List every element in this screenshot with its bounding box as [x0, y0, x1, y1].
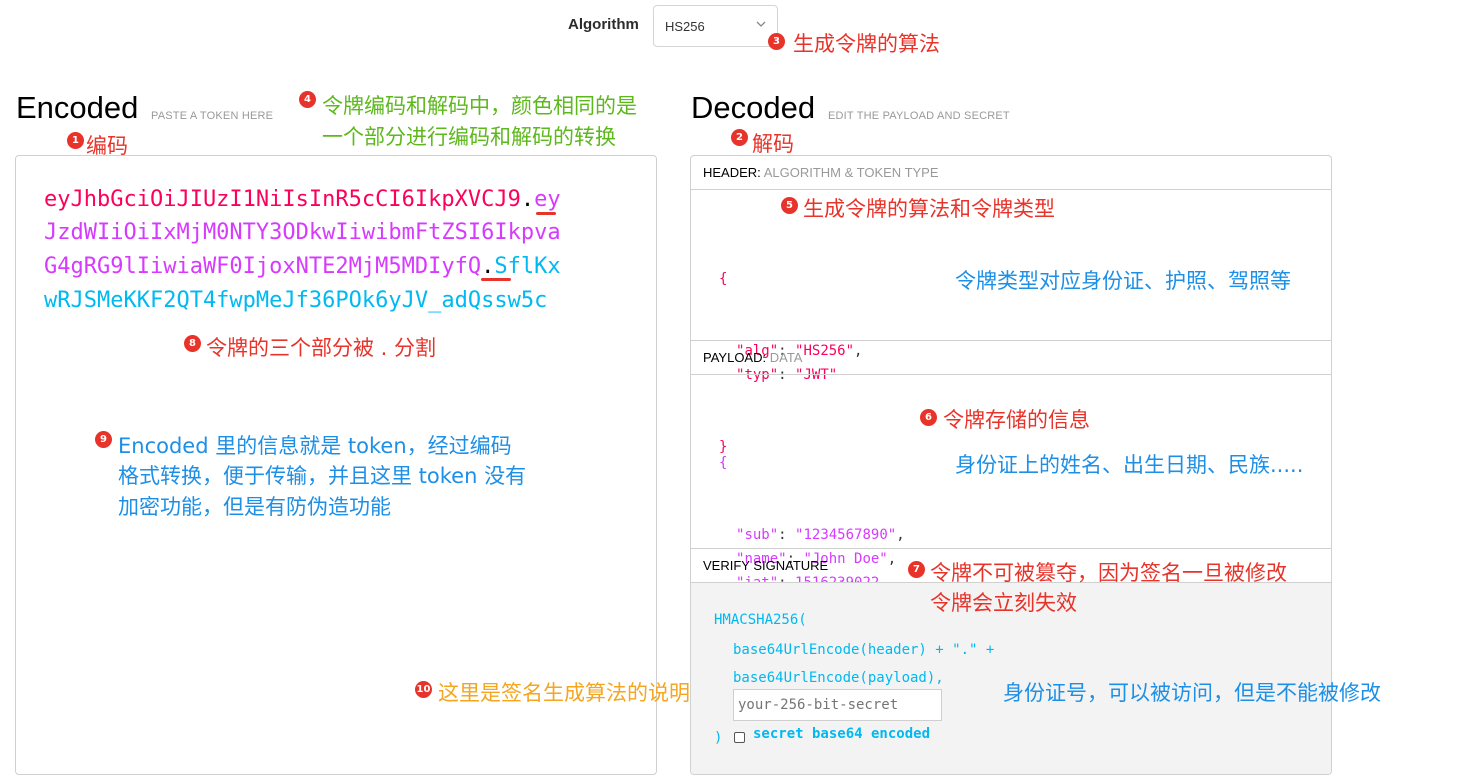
json-key: sub — [744, 527, 770, 543]
payload-section-sub: DATA — [769, 350, 803, 365]
token-dot-segment: . — [481, 254, 495, 279]
annotation-text: 生成令牌的算法 — [793, 32, 940, 56]
annotation-text: 这里是签名生成算法的说明 — [438, 681, 690, 705]
annotation-text: 令牌编码和解码中，颜色相同的是 — [322, 94, 637, 118]
annotation-text: 令牌的三个部分被 . 分割 — [206, 336, 437, 360]
payload-section-label: PAYLOAD: — [703, 350, 767, 365]
json-row: "sub": "1234567890", — [736, 527, 905, 543]
annotation-badge: 10 — [415, 681, 432, 698]
json-open-brace: { — [719, 271, 728, 287]
signature-line-header: base64UrlEncode(header) + "." + — [733, 642, 995, 658]
token-payload-segment: ey — [534, 187, 561, 212]
annotation-text: 编码 — [86, 134, 128, 158]
annotation-text: Encoded 里的信息就是 token，经过编码 — [118, 434, 512, 458]
base64-checkbox[interactable] — [734, 732, 745, 743]
signature-fn: HMACSHA256( — [714, 612, 807, 628]
annotation-badge: 2 — [731, 129, 748, 146]
verify-section-label: VERIFY SIGNATURE — [703, 558, 829, 573]
signature-close: ) — [714, 730, 723, 746]
token-signature-segment: SflKx — [494, 254, 561, 279]
token-line[interactable]: JzdWIiOiIxMjM0NTY3ODkwIiwibmFtZSI6Ikpva — [44, 216, 561, 250]
dot-underline-mark — [536, 212, 556, 215]
algorithm-select[interactable]: HS256 — [653, 5, 778, 47]
annotation-badge: 5 — [781, 197, 798, 214]
annotation-badge: 6 — [920, 409, 937, 426]
annotation-badge: 8 — [184, 335, 201, 352]
annotation-badge: 1 — [67, 132, 84, 149]
secret-input[interactable] — [733, 689, 942, 721]
annotation-text: 身份证上的姓名、出生日期、民族..... — [955, 453, 1304, 477]
chevron-down-icon — [756, 21, 766, 27]
token-signature-segment: wRJSMeKKF2QT4fwpMeJf36POk6yJV_adQssw5c — [44, 288, 548, 313]
annotation-text: 令牌存储的信息 — [943, 408, 1090, 432]
algorithm-selected-value: HS256 — [665, 18, 705, 34]
encoded-subtitle: PASTE A TOKEN HERE — [151, 110, 274, 122]
annotation-text: 令牌会立刻失效 — [930, 591, 1077, 615]
decoded-title: Decoded — [691, 90, 816, 125]
token-payload-segment: JzdWIiOiIxMjM0NTY3ODkwIiwibmFtZSI6Ikpva — [44, 220, 561, 245]
annotation-text: 解码 — [752, 132, 794, 156]
json-open-brace: { — [719, 455, 728, 471]
annotation-text: 一个部分进行编码和解码的转换 — [322, 125, 616, 149]
token-dot-segment: . — [520, 187, 535, 212]
annotation-badge: 7 — [908, 561, 925, 578]
header-section-label: HEADER: — [703, 165, 761, 180]
token-line[interactable]: eyJhbGciOiJIUzI1NiIsInR5cCI6IkpXVCJ9.ey — [44, 183, 561, 217]
annotation-text: 格式转换，便于传输，并且这里 token 没有 — [118, 464, 527, 488]
decoded-subtitle: EDIT THE PAYLOAD AND SECRET — [828, 110, 1010, 122]
header-section-head: HEADER: ALGORITHM & TOKEN TYPE — [691, 156, 1331, 190]
token-line[interactable]: wRJSMeKKF2QT4fwpMeJf36POk6yJV_adQssw5c — [44, 284, 547, 318]
encoded-title: Encoded — [16, 90, 139, 125]
annotation-badge: 9 — [95, 431, 112, 448]
annotation-text: 加密功能，但是有防伪造功能 — [118, 495, 391, 519]
base64-label[interactable]: secret base64 encoded — [753, 726, 930, 742]
dot-underline-mark — [481, 278, 511, 281]
annotation-badge: 3 — [768, 33, 785, 50]
annotation-text: 生成令牌的算法和令牌类型 — [803, 197, 1055, 221]
annotation-text: 令牌不可被篡夺，因为签名一旦被修改 — [930, 561, 1287, 585]
annotation-text: 令牌类型对应身份证、护照、驾照等 — [955, 269, 1291, 293]
token-header-segment: eyJhbGciOiJIUzI1NiIsInR5cCI6IkpXVCJ9 — [44, 187, 521, 212]
header-section-sub: ALGORITHM & TOKEN TYPE — [763, 165, 939, 180]
annotation-badge: 4 — [299, 91, 316, 108]
payload-section-head: PAYLOAD: DATA — [691, 341, 1331, 375]
token-payload-segment: G4gRG9lIiwiaWF0IjoxNTE2MjM5MDIyfQ — [44, 254, 482, 279]
annotation-text: 身份证号，可以被访问，但是不能被修改 — [1003, 681, 1381, 705]
json-value: "1234567890" — [795, 527, 897, 543]
algorithm-label: Algorithm — [568, 16, 639, 33]
